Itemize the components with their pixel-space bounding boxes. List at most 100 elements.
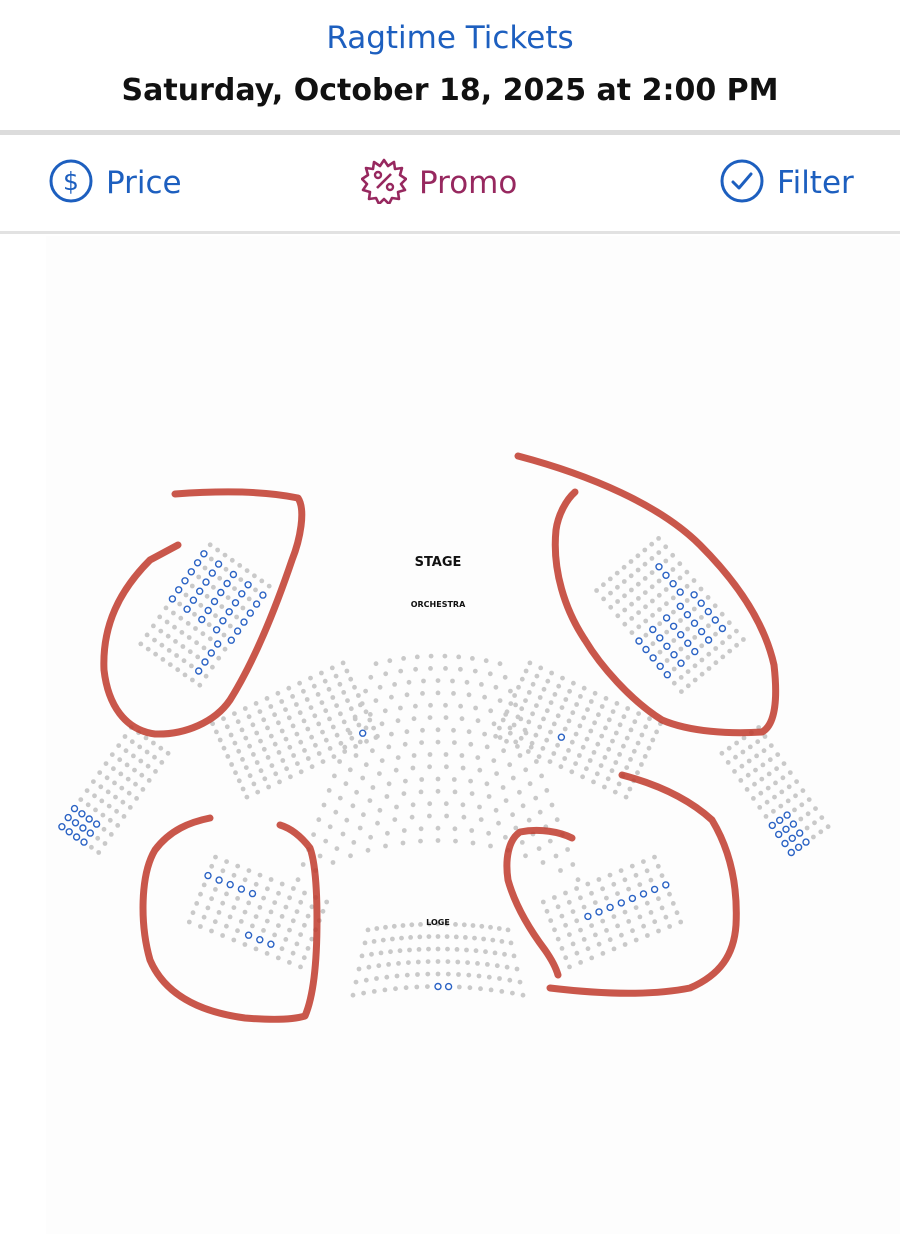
seat-available[interactable] — [655, 563, 663, 571]
seat-available[interactable] — [662, 614, 671, 622]
seat-available[interactable] — [214, 560, 223, 568]
seat-available[interactable] — [79, 824, 87, 832]
seat-available[interactable] — [639, 890, 648, 898]
filter-button[interactable]: Filter — [719, 159, 854, 207]
seat-available[interactable] — [617, 899, 625, 907]
seat-available[interactable] — [595, 908, 603, 916]
seat-available[interactable] — [92, 820, 101, 828]
seat-available[interactable] — [557, 733, 566, 741]
seat-available[interactable] — [86, 829, 95, 837]
seat-available[interactable] — [718, 624, 727, 633]
seat-available[interactable] — [198, 615, 206, 624]
seat-available[interactable] — [690, 619, 699, 627]
seat-available[interactable] — [223, 579, 231, 588]
seat-available[interactable] — [794, 843, 803, 851]
seat-available[interactable] — [174, 586, 183, 594]
seat-available[interactable] — [775, 830, 783, 839]
seat-available[interactable] — [628, 894, 637, 903]
seat-available[interactable] — [663, 642, 671, 650]
seat-available[interactable] — [204, 871, 212, 880]
seat-available[interactable] — [787, 848, 795, 857]
seat-available[interactable] — [213, 640, 222, 648]
seat-available[interactable] — [697, 627, 706, 636]
seat-available[interactable] — [70, 804, 79, 813]
seat-available[interactable] — [802, 838, 810, 846]
seat-available[interactable] — [252, 600, 261, 608]
event-title[interactable]: Ragtime Tickets — [0, 20, 900, 56]
seat-available[interactable] — [244, 931, 253, 939]
seat-available[interactable] — [240, 618, 248, 626]
seat-available[interactable] — [181, 577, 189, 585]
seat-available[interactable] — [207, 649, 216, 657]
seat-available[interactable] — [85, 815, 93, 823]
seat-available[interactable] — [691, 647, 699, 656]
seat-available[interactable] — [606, 903, 614, 912]
seat-available[interactable] — [256, 936, 264, 944]
seat-available[interactable] — [193, 559, 202, 567]
seat-available[interactable] — [210, 597, 219, 606]
seat-available[interactable] — [434, 982, 442, 991]
promo-button[interactable]: Promo — [360, 158, 517, 207]
seat-available[interactable] — [704, 636, 713, 644]
seat-available[interactable] — [359, 729, 367, 737]
seat-available[interactable] — [677, 659, 685, 667]
seat-available[interactable] — [662, 881, 670, 889]
seat-available[interactable] — [704, 607, 712, 616]
seat-available[interactable] — [58, 823, 66, 831]
seat-available[interactable] — [584, 912, 592, 921]
seat-available[interactable] — [782, 825, 790, 833]
seat-available[interactable] — [676, 602, 684, 610]
seat-available[interactable] — [783, 811, 791, 819]
seat-available[interactable] — [789, 820, 798, 828]
seat-available[interactable] — [788, 834, 796, 842]
seat-available[interactable] — [215, 876, 223, 884]
seat-available[interactable] — [669, 622, 678, 630]
seat-available[interactable] — [650, 885, 659, 894]
seat-available[interactable] — [244, 581, 252, 589]
seat-available[interactable] — [776, 816, 784, 824]
seat-available[interactable] — [676, 588, 684, 596]
seat-map-area[interactable]: STAGE ORCHESTRA LOGE — [46, 236, 900, 1234]
seat-available[interactable] — [669, 580, 677, 588]
seat-available[interactable] — [227, 636, 236, 644]
seat-available[interactable] — [642, 645, 650, 654]
seat-available[interactable] — [677, 631, 685, 639]
seat-available[interactable] — [208, 569, 217, 577]
seat-available[interactable] — [662, 571, 670, 579]
seat-available[interactable] — [635, 637, 643, 645]
seat-available[interactable] — [233, 627, 242, 635]
seat-available[interactable] — [690, 591, 698, 599]
seat-available[interactable] — [259, 591, 267, 599]
seat-available[interactable] — [796, 829, 804, 837]
seat-available[interactable] — [781, 839, 789, 848]
seat-available[interactable] — [168, 595, 177, 603]
seat-available[interactable] — [78, 810, 86, 818]
seat-available[interactable] — [248, 889, 257, 898]
seat-map[interactable]: STAGE ORCHESTRA LOGE — [46, 236, 900, 1234]
seat-available[interactable] — [195, 587, 204, 595]
seat-available[interactable] — [201, 658, 209, 666]
seat-available[interactable] — [670, 651, 678, 659]
seat-available[interactable] — [71, 819, 80, 827]
seat-available[interactable] — [656, 662, 664, 670]
seat-available[interactable] — [649, 625, 657, 634]
seat-available[interactable] — [238, 590, 246, 598]
seat-available[interactable] — [697, 599, 705, 607]
seat-available[interactable] — [200, 550, 208, 558]
seat-available[interactable] — [684, 639, 692, 647]
seat-available[interactable] — [663, 671, 671, 679]
seat-available[interactable] — [183, 605, 191, 613]
seat-available[interactable] — [187, 568, 196, 576]
seat-available[interactable] — [444, 982, 453, 991]
seat-available[interactable] — [219, 617, 227, 625]
seat-available[interactable] — [768, 821, 776, 830]
seat-available[interactable] — [189, 596, 198, 604]
seat-available[interactable] — [72, 833, 81, 841]
seat-available[interactable] — [64, 813, 72, 822]
seat-available[interactable] — [231, 599, 240, 607]
seat-available[interactable] — [683, 611, 692, 619]
seat-available[interactable] — [225, 608, 233, 616]
seat-available[interactable] — [226, 880, 234, 889]
seat-available[interactable] — [267, 940, 275, 948]
seat-available[interactable] — [237, 885, 246, 893]
